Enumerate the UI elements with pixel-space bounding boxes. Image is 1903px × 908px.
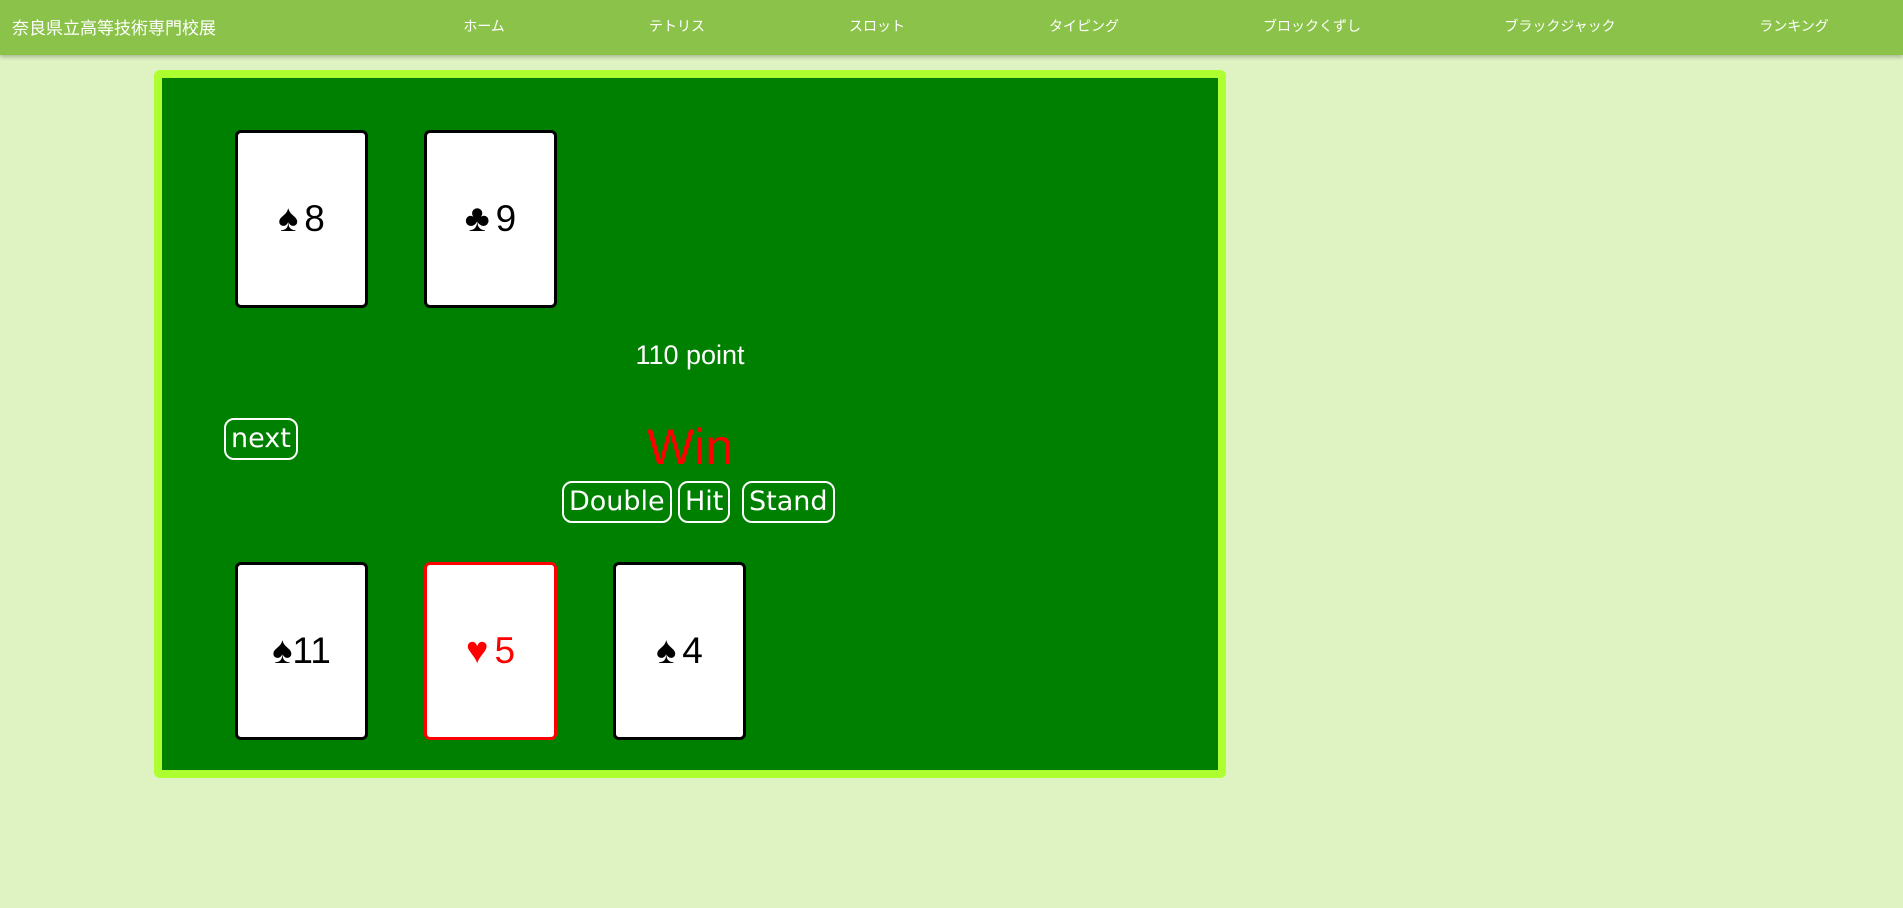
dealer-card: ♣ 9 — [424, 130, 557, 308]
nav-breakout[interactable]: ブロックくずし — [1263, 16, 1361, 36]
card-rank: 11 — [292, 630, 331, 671]
spade-icon: ♠ — [272, 629, 293, 672]
nav-slot[interactable]: スロット — [849, 16, 905, 36]
blackjack-table: ♠ 8 ♣ 9 110 point next Win Double Hit St… — [154, 70, 1226, 778]
stand-button[interactable]: Stand — [742, 481, 835, 523]
nav-tetris[interactable]: テトリス — [649, 16, 705, 36]
points-display: 110 point — [635, 340, 745, 370]
nav-typing[interactable]: タイピング — [1049, 16, 1119, 36]
player-card: ♠ 11 — [235, 562, 368, 740]
club-icon: ♣ — [464, 197, 490, 240]
spade-icon: ♠ — [656, 629, 677, 672]
double-button[interactable]: Double — [562, 481, 672, 523]
card-rank: 8 — [304, 198, 325, 239]
dealer-card: ♠ 8 — [235, 130, 368, 308]
card-rank: 9 — [495, 198, 517, 239]
hit-button[interactable]: Hit — [678, 481, 731, 523]
heart-icon: ♥ — [465, 629, 489, 672]
player-card: ♠ 4 — [613, 562, 746, 740]
top-navigation-bar: 奈良県立高等技術専門校展 ホーム テトリス スロット タイピング ブロックくずし… — [0, 0, 1903, 55]
card-rank: 4 — [682, 630, 703, 671]
nav-home[interactable]: ホーム — [463, 16, 505, 36]
card-rank: 5 — [494, 630, 516, 671]
nav-blackjack[interactable]: ブラックジャック — [1504, 16, 1615, 36]
spade-icon: ♠ — [278, 197, 299, 240]
result-text: Win — [646, 419, 734, 475]
site-title[interactable]: 奈良県立高等技術専門校展 — [12, 14, 216, 39]
nav-ranking[interactable]: ランキング — [1759, 16, 1829, 36]
player-card: ♥ 5 — [424, 562, 557, 740]
